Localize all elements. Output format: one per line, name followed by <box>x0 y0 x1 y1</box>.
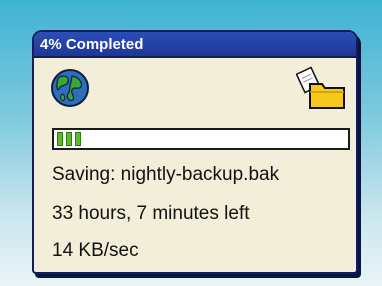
transfer-icons <box>34 58 356 116</box>
progress-segment <box>66 132 72 146</box>
progress-segment <box>75 132 81 146</box>
status-text: Saving: nightly-backup.bak <box>52 164 280 185</box>
time-remaining: 33 hours, 7 minutes left <box>52 203 250 224</box>
progress-bar <box>52 128 350 150</box>
transfer-speed: 14 KB/sec <box>52 240 139 261</box>
globe-icon <box>51 69 89 107</box>
progress-dialog: 4% Completed Saving: nightly-backup.bak … <box>32 30 358 274</box>
progress-fill <box>57 132 81 146</box>
progress-segment <box>57 132 63 146</box>
folder-icon <box>296 66 345 109</box>
dialog-title: 4% Completed <box>34 32 356 58</box>
